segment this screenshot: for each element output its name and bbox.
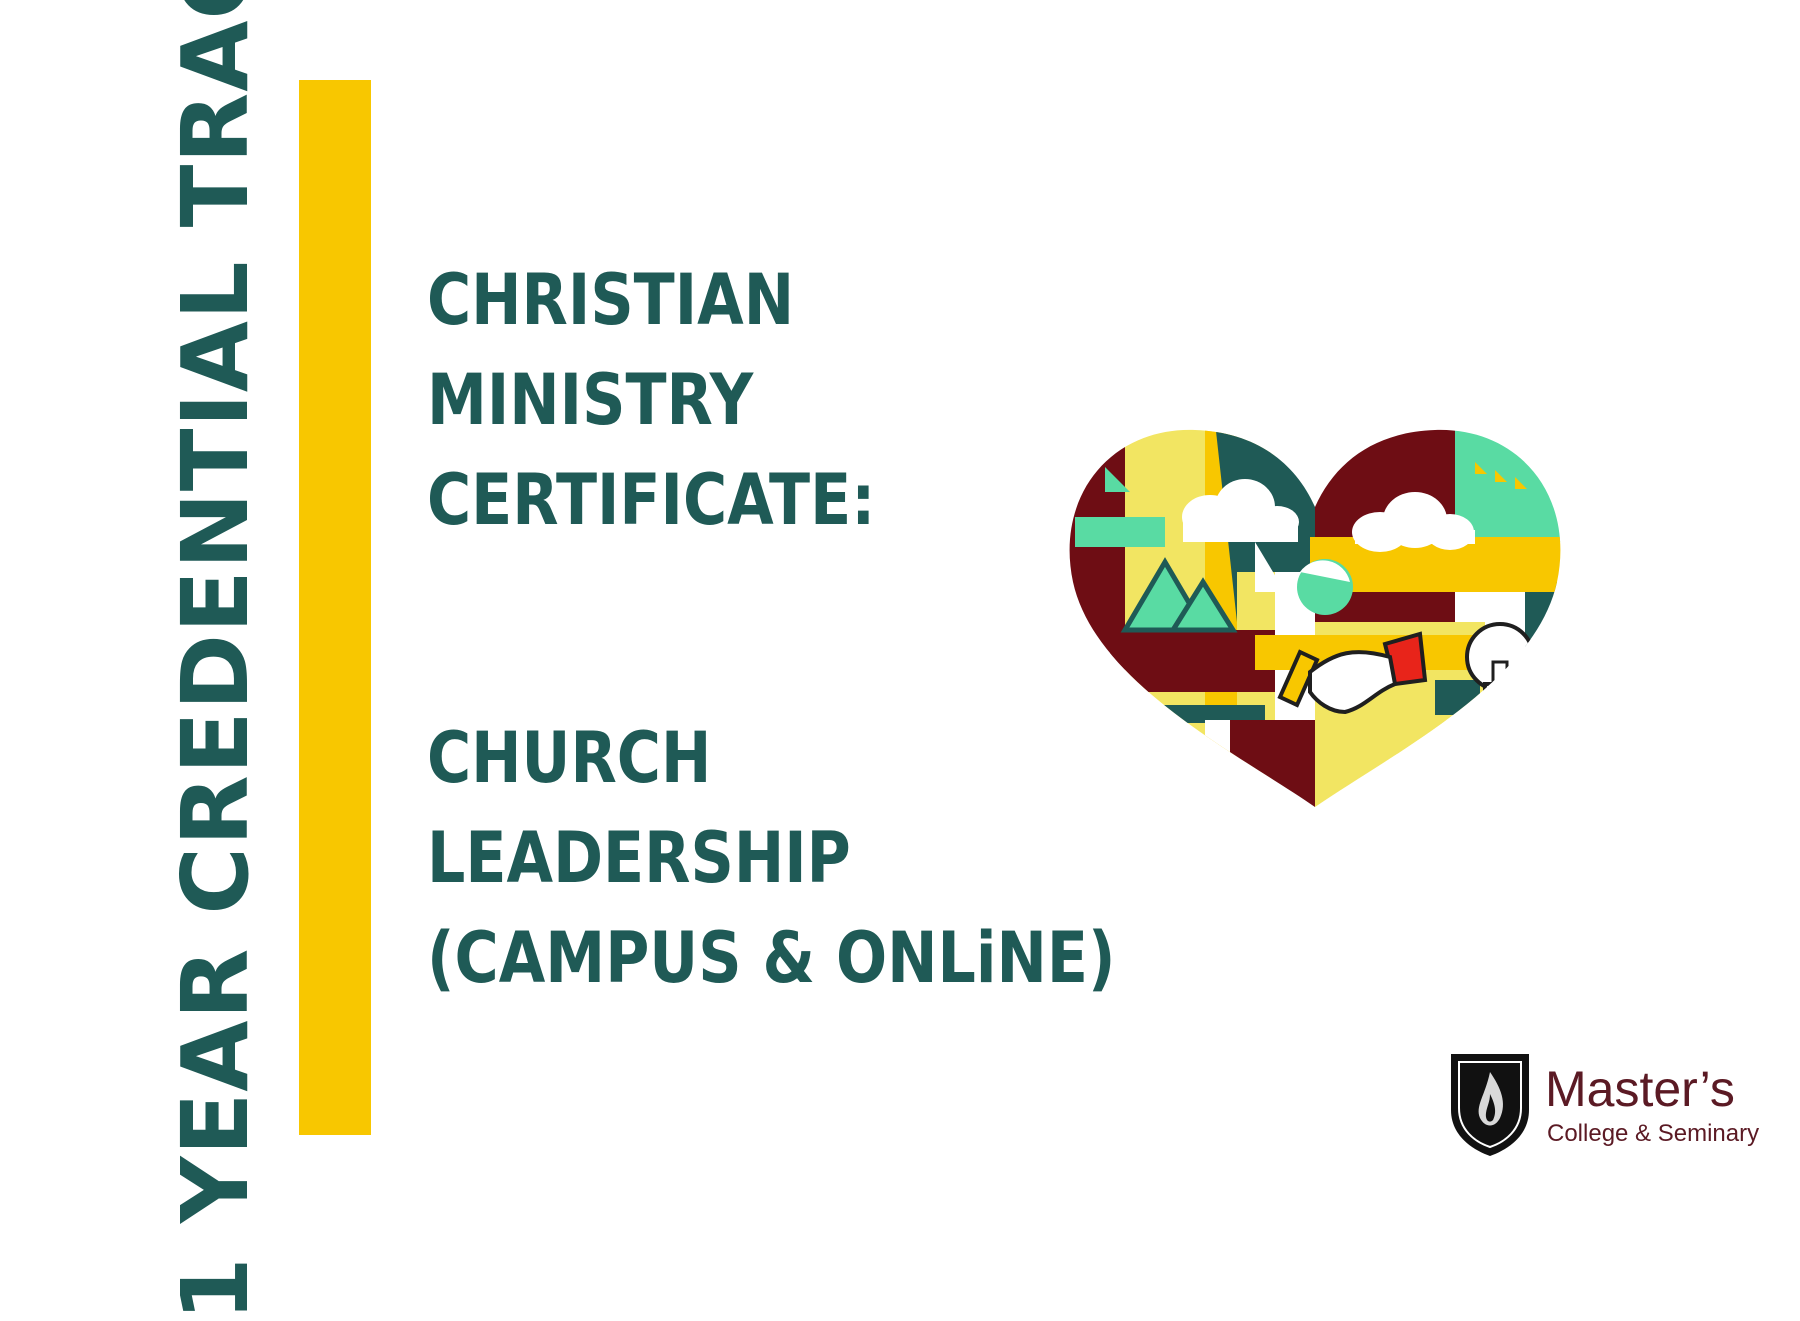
program-line-1: CHURCH [427, 717, 712, 799]
yellow-accent-bar [299, 80, 371, 1135]
certificate-line-3: CERTIFICATE: [427, 459, 876, 541]
side-title-container: 1 YEAR CREDENTIAL TRACK [160, 0, 270, 1321]
heart-illustration [1055, 422, 1575, 812]
heart-mosaic-icon [1069, 429, 1561, 807]
lightbulb-icon [1465, 622, 1535, 714]
certificate-line-2: MINISTRY [427, 359, 754, 441]
program-line-3: (CAMPUS & ONLiNE) [427, 917, 1116, 999]
certificate-heading: CHRISTIAN MINISTRY CERTIFICATE: [427, 250, 875, 550]
program-line-2: LEADERSHIP [427, 817, 851, 899]
logo-subtitle: College & Seminary [1547, 1120, 1760, 1147]
shield-flame-icon [1451, 1054, 1529, 1156]
side-title: 1 YEAR CREDENTIAL TRACK [161, 0, 269, 1321]
masters-logo: Master’s College & Seminary [1445, 1048, 1775, 1158]
logo-name: Master’s [1545, 1061, 1735, 1117]
program-heading: CHURCH LEADERSHIP (CAMPUS & ONLiNE) [427, 708, 1116, 1008]
certificate-line-1: CHRISTIAN [427, 259, 795, 341]
